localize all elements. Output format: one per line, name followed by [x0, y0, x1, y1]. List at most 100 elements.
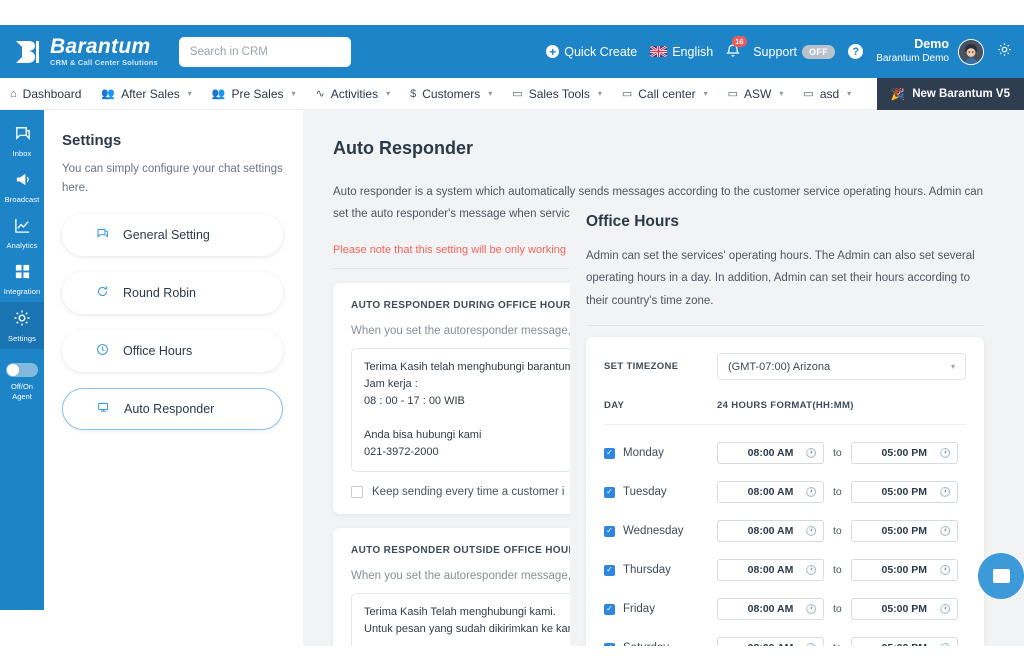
rail-item-inbox[interactable]: Inbox [0, 118, 44, 164]
end-time-value: 05:00 PM [882, 642, 928, 646]
rail-item-integration[interactable]: Integration [0, 256, 44, 302]
start-time-input[interactable]: 08:00 AM 🕐 [717, 637, 824, 646]
start-time-input[interactable]: 08:00 AM 🕐 [717, 442, 824, 465]
day-checkbox[interactable]: ✓ [604, 564, 615, 576]
start-time-input[interactable]: 08:00 AM 🕐 [717, 481, 824, 504]
notifications-button[interactable]: 16 [726, 35, 747, 61]
agent-toggle-label-line1: Off/On [11, 382, 33, 391]
nav-item-pre-sales[interactable]: 👥 Pre Sales ▾ [202, 78, 306, 110]
nav-item-customers[interactable]: $ Customers ▾ [400, 78, 502, 110]
agent-toggle-label: Off/On Agent [11, 382, 33, 402]
chevron-down-icon: ▾ [597, 89, 602, 98]
nav-item-activities[interactable]: ∿ Activities ▾ [306, 78, 401, 110]
chevron-down-icon: ▾ [847, 89, 852, 98]
help-icon: ? [848, 44, 864, 59]
new-barantum-v5-button[interactable]: 🎉 New Barantum V5 [876, 77, 1024, 110]
gear-icon [13, 309, 31, 330]
settings-menu-office-hours[interactable]: Office Hours [62, 329, 283, 372]
clock-icon: 🕐 [805, 564, 817, 575]
support-toggle[interactable]: Support OFF [753, 44, 836, 59]
settings-menu-label: Round Robin [123, 285, 196, 300]
user-name: Demo [914, 37, 949, 52]
nav-label: Customers [422, 86, 481, 101]
format-column-label: 24 HOURS FORMAT(HH:MM) [717, 400, 854, 412]
language-selector[interactable]: English [649, 44, 713, 59]
end-time-value: 05:00 PM [881, 447, 928, 460]
rail-label: Integration [3, 287, 41, 296]
timezone-row: SET TIMEZONE (GMT-07:00) Arizona ▾ [604, 353, 966, 381]
clock-icon: 🕐 [939, 564, 951, 575]
nav-item-asd[interactable]: ▭ asd ▾ [793, 78, 861, 110]
nav-item-dashboard[interactable]: ⌂ Dashboard [0, 78, 91, 110]
nav-item-sales-tools[interactable]: ▭ Sales Tools ▾ [502, 78, 612, 110]
keep-sending-label: Keep sending every time a customer i [372, 486, 565, 499]
brand-logo[interactable]: Barantum CRM & Call Center Solutions [12, 36, 158, 67]
settings-gear-button[interactable] [997, 42, 1012, 61]
folder-icon: ▭ [621, 88, 633, 100]
end-time-input[interactable]: 05:00 PM 🕐 [850, 598, 958, 621]
keep-sending-checkbox[interactable] [351, 486, 363, 499]
day-row-monday: ✓ Monday 08:00 AM 🕐 to 05:00 PM 🕐 [604, 442, 966, 465]
nav-label: Call center [638, 86, 696, 101]
nav-item-call-center[interactable]: ▭ Call center ▾ [612, 78, 718, 110]
nav-item-after-sales[interactable]: 👥 After Sales ▾ [91, 78, 201, 110]
divider [604, 424, 966, 426]
nav-cta-label: New Barantum V5 [912, 87, 1010, 100]
barantum-logo-icon [12, 36, 42, 67]
megaphone-icon [14, 171, 31, 191]
folder-icon: ▭ [803, 88, 814, 100]
office-hours-panel: Office Hours Admin can set the services'… [570, 205, 1024, 646]
timezone-select[interactable]: (GMT-07:00) Arizona ▾ [717, 353, 966, 381]
start-time-value: 08:00 AM [747, 486, 794, 499]
home-icon: ⌂ [10, 87, 17, 100]
rail-item-settings[interactable]: Settings [0, 302, 44, 349]
settings-menu-general-setting[interactable]: General Setting [62, 213, 283, 256]
start-time-input[interactable]: 08:00 AM 🕐 [717, 520, 824, 543]
agent-online-toggle[interactable] [6, 363, 38, 377]
rail-label: Analytics [6, 241, 38, 250]
start-time-value: 08:00 AM [747, 564, 794, 577]
rail-label: Settings [8, 334, 36, 343]
user-menu[interactable]: Demo Barantum Demo [876, 37, 984, 65]
logo-name: Barantum [50, 35, 151, 59]
rail-item-analytics[interactable]: Analytics [0, 210, 44, 256]
avatar[interactable] [958, 38, 984, 65]
day-row-thursday: ✓ Thursday 08:00 AM 🕐 to 05:00 PM 🕐 [604, 559, 966, 582]
nav-item-asw[interactable]: ▭ ASW ▾ [718, 78, 794, 110]
chat-bubble-icon [992, 569, 1010, 583]
day-checkbox[interactable]: ✓ [604, 642, 615, 646]
chevron-down-icon: ▾ [291, 89, 296, 98]
clock-icon: 🕐 [939, 525, 951, 536]
end-time-value: 05:00 PM [881, 603, 928, 616]
floating-chat-button[interactable] [978, 553, 1024, 599]
quick-create-button[interactable]: + Quick Create [546, 45, 637, 59]
settings-menu-round-robin[interactable]: Round Robin [62, 271, 283, 314]
end-time-input[interactable]: 05:00 PM 🕐 [850, 559, 958, 582]
day-name: Saturday [623, 642, 717, 646]
day-checkbox[interactable]: ✓ [604, 525, 615, 537]
day-checkbox[interactable]: ✓ [604, 447, 615, 459]
to-label: to [833, 447, 842, 460]
day-checkbox[interactable]: ✓ [604, 603, 615, 615]
toggle-knob [7, 364, 19, 376]
folder-icon: ▭ [727, 88, 739, 100]
start-time-input[interactable]: 08:00 AM 🕐 [717, 598, 824, 621]
grid-icon [14, 263, 31, 283]
day-checkbox[interactable]: ✓ [604, 486, 615, 498]
settings-menu-auto-responder[interactable]: Auto Responder [62, 387, 283, 430]
user-org: Barantum Demo [876, 53, 949, 65]
day-name: Wednesday [623, 525, 684, 538]
uk-flag-icon [649, 44, 668, 59]
end-time-input[interactable]: 05:00 PM 🕐 [850, 481, 958, 504]
nav-label: Pre Sales [231, 86, 284, 101]
logo-tagline: CRM & Call Center Solutions [50, 58, 158, 68]
end-time-input[interactable]: 05:00 PM 🕐 [850, 442, 958, 465]
rail-item-broadcast[interactable]: Broadcast [0, 164, 44, 210]
search-box[interactable] [178, 36, 351, 67]
settings-title: Settings [62, 132, 122, 149]
search-input[interactable] [189, 45, 340, 58]
end-time-input[interactable]: 05:00 PM 🕐 [850, 637, 958, 646]
end-time-input[interactable]: 05:00 PM 🕐 [850, 520, 958, 543]
help-button[interactable]: ? [848, 44, 864, 59]
start-time-input[interactable]: 08:00 AM 🕐 [717, 559, 824, 582]
